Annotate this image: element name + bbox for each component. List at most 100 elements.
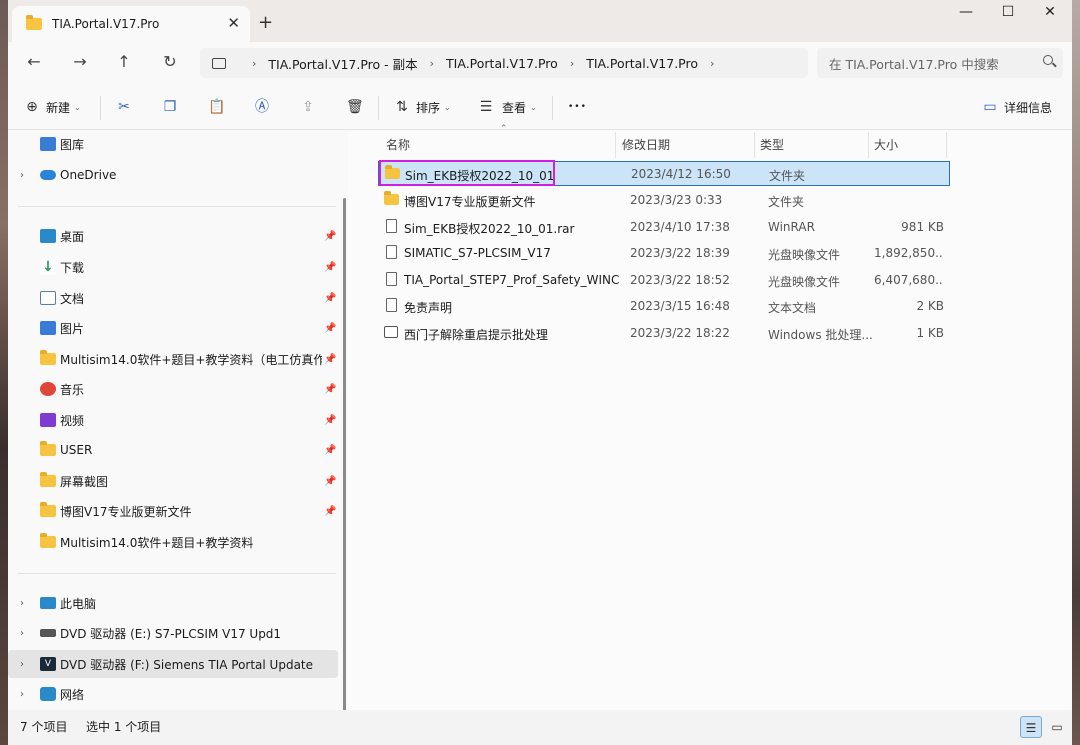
sidebar-item-tia-update[interactable]: 博图V17专业版更新文件 📌: [8, 497, 338, 525]
sidebar-item-music[interactable]: 音乐 📌: [8, 375, 338, 403]
pin-icon: 📌: [324, 383, 337, 395]
chevron-right-icon[interactable]: ›: [20, 659, 24, 670]
file-date: 2023/4/12 16:50: [631, 167, 731, 181]
paste-button[interactable]: 📋: [208, 96, 225, 118]
sidebar-item-dvd-f[interactable]: › V DVD 驱动器 (F:) Siemens TIA Portal Upda…: [8, 650, 338, 678]
file-row[interactable]: TIA_Portal_STEP7_Prof_Safety_WINCC... 20…: [378, 268, 950, 293]
navigation-bar: ← → ↑ ↻ › TIA.Portal.V17.Pro - 副本 › TIA.…: [8, 42, 1072, 84]
breadcrumb-item[interactable]: TIA.Portal.V17.Pro - 副本: [268, 54, 417, 73]
more-options-button[interactable]: •••: [568, 96, 587, 118]
tab-close-button[interactable]: ✕: [227, 14, 240, 32]
sidebar-item-videos[interactable]: 视频 📌: [8, 406, 338, 434]
sort-button[interactable]: ⇅ 排序 ⌄: [394, 96, 451, 118]
column-header-size[interactable]: 大小: [874, 130, 898, 158]
sidebar-item-label: 屏幕截图: [60, 474, 109, 489]
column-header-type[interactable]: 类型: [760, 130, 784, 158]
sort-label: 排序: [416, 100, 441, 115]
navigation-pane: 图库 › OneDrive 桌面 📌 ↓ 下载 📌 文档 📌 图片 📌 Mult…: [8, 130, 348, 710]
search-input[interactable]: 在 TIA.Portal.V17.Pro 中搜索: [817, 48, 1063, 78]
sidebar-item-multisim[interactable]: Multisim14.0软件+题目+教学资料: [8, 528, 338, 556]
address-bar[interactable]: › TIA.Portal.V17.Pro - 副本 › TIA.Portal.V…: [200, 48, 808, 78]
file-row[interactable]: SIMATIC_S7-PLCSIM_V17 2023/3/22 18:39 光盘…: [378, 241, 950, 266]
pin-icon: 📌: [324, 292, 337, 304]
file-row[interactable]: 免责声明 2023/3/15 16:48 文本文档 2 KB: [378, 294, 950, 319]
breadcrumb-item[interactable]: TIA.Portal.V17.Pro: [446, 56, 558, 71]
file-type: 文件夹: [769, 169, 806, 183]
tiles-view-icon[interactable]: ▭: [1046, 716, 1068, 738]
sidebar-item-this-pc[interactable]: › 此电脑: [8, 589, 338, 617]
documents-icon: [40, 291, 56, 305]
column-divider[interactable]: [754, 132, 755, 158]
share-icon: ⇪: [302, 99, 314, 115]
minimize-button[interactable]: —: [946, 4, 986, 26]
sidebar-item-documents[interactable]: 文档 📌: [8, 284, 338, 312]
sidebar-divider: [18, 573, 336, 574]
cut-button[interactable]: ✂: [116, 96, 132, 118]
copy-button[interactable]: ❐: [162, 96, 178, 118]
sidebar-item-label: 网络: [60, 687, 85, 702]
sidebar-item-label: 图库: [60, 137, 85, 152]
close-button[interactable]: ✕: [1030, 4, 1070, 26]
file-size: 1,892,850...: [874, 246, 944, 260]
search-placeholder: 在 TIA.Portal.V17.Pro 中搜索: [829, 56, 999, 72]
file-name: SIMATIC_S7-PLCSIM_V17: [404, 246, 551, 260]
new-tab-button[interactable]: +: [258, 12, 273, 33]
status-bar: 7 个项目 选中 1 个项目 ☰ ▭: [8, 710, 1072, 745]
delete-button[interactable]: 🗑: [346, 96, 364, 118]
back-button[interactable]: ←: [22, 51, 46, 75]
sidebar-item-multisim-homework[interactable]: Multisim14.0软件+题目+教学资料（电工仿真作业） 📌: [8, 345, 338, 373]
forward-button[interactable]: →: [68, 51, 92, 75]
sidebar-item-network[interactable]: › 网络: [8, 680, 338, 708]
file-row[interactable]: Sim_EKB授权2022_10_01.rar 2023/4/10 17:38 …: [378, 215, 950, 240]
chevron-right-icon[interactable]: ›: [20, 689, 24, 700]
sidebar-item-gallery[interactable]: 图库: [8, 130, 338, 158]
column-header-name[interactable]: 名称: [386, 130, 410, 158]
maximize-button[interactable]: ☐: [988, 4, 1028, 26]
plus-circle-icon: ⊕: [26, 99, 38, 115]
details-pane-button[interactable]: ▭ 详细信息: [982, 96, 1052, 118]
file-icon: [386, 219, 397, 233]
chevron-right-icon[interactable]: ›: [20, 170, 24, 181]
sidebar-item-downloads[interactable]: ↓ 下载 📌: [8, 253, 338, 281]
pin-icon: 📌: [324, 353, 337, 365]
view-button[interactable]: ☰ 查看 ⌄: [478, 96, 537, 118]
breadcrumb-separator: ›: [569, 56, 575, 70]
pin-icon: 📌: [324, 230, 337, 242]
chevron-down-icon: ⌄: [74, 102, 81, 112]
sidebar-item-label: 此电脑: [60, 596, 97, 611]
column-divider[interactable]: [615, 132, 616, 158]
sidebar-item-user[interactable]: USER 📌: [8, 436, 338, 464]
column-header-date[interactable]: 修改日期: [622, 130, 670, 158]
sidebar-item-pictures[interactable]: 图片 📌: [8, 314, 338, 342]
sidebar-item-screenshots[interactable]: 屏幕截图 📌: [8, 467, 338, 495]
explorer-tab[interactable]: TIA.Portal.V17.Pro ✕: [12, 6, 250, 42]
sidebar-item-dvd-e[interactable]: › DVD 驱动器 (E:) S7-PLCSIM V17 Upd1: [8, 619, 338, 647]
chevron-right-icon[interactable]: ›: [20, 628, 24, 639]
column-divider[interactable]: [868, 132, 869, 158]
file-type: 文件夹: [768, 195, 805, 209]
file-row[interactable]: 博图V17专业版更新文件 2023/3/23 0:33 文件夹: [378, 188, 950, 213]
details-view-icon[interactable]: ☰: [1020, 716, 1042, 738]
sidebar-item-onedrive[interactable]: › OneDrive: [8, 161, 338, 189]
share-button[interactable]: ⇪: [300, 96, 316, 118]
column-divider[interactable]: [946, 132, 947, 158]
new-button[interactable]: ⊕ 新建 ⌄: [24, 96, 81, 118]
rename-button[interactable]: Ⓐ: [254, 96, 270, 118]
sidebar-item-label: 下载: [60, 260, 85, 275]
up-button[interactable]: ↑: [112, 51, 136, 75]
file-name: Sim_EKB授权2022_10_01: [405, 169, 555, 183]
file-row[interactable]: 西门子解除重启提示批处理 2023/3/22 18:22 Windows 批处理…: [378, 321, 950, 346]
view-label: 查看: [502, 100, 527, 115]
file-type: 光盘映像文件: [768, 248, 841, 262]
chevron-right-icon[interactable]: ›: [20, 598, 24, 609]
breadcrumb-separator[interactable]: ›: [710, 57, 714, 70]
sidebar-item-desktop[interactable]: 桌面 📌: [8, 222, 338, 250]
file-type: WinRAR: [768, 220, 815, 234]
breadcrumb-item[interactable]: TIA.Portal.V17.Pro: [586, 56, 698, 71]
title-bar: TIA.Portal.V17.Pro ✕ + — ☐ ✕: [8, 0, 1072, 42]
file-list: ⌃ 名称 修改日期 类型 大小 Sim_EKB授权2022_10_01 2023…: [348, 124, 1072, 710]
file-row[interactable]: Sim_EKB授权2022_10_01 2023/4/12 16:50 文件夹: [378, 161, 950, 186]
refresh-button[interactable]: ↻: [158, 51, 182, 75]
file-name: 西门子解除重启提示批处理: [404, 328, 549, 342]
sidebar-scrollbar[interactable]: [343, 198, 346, 712]
